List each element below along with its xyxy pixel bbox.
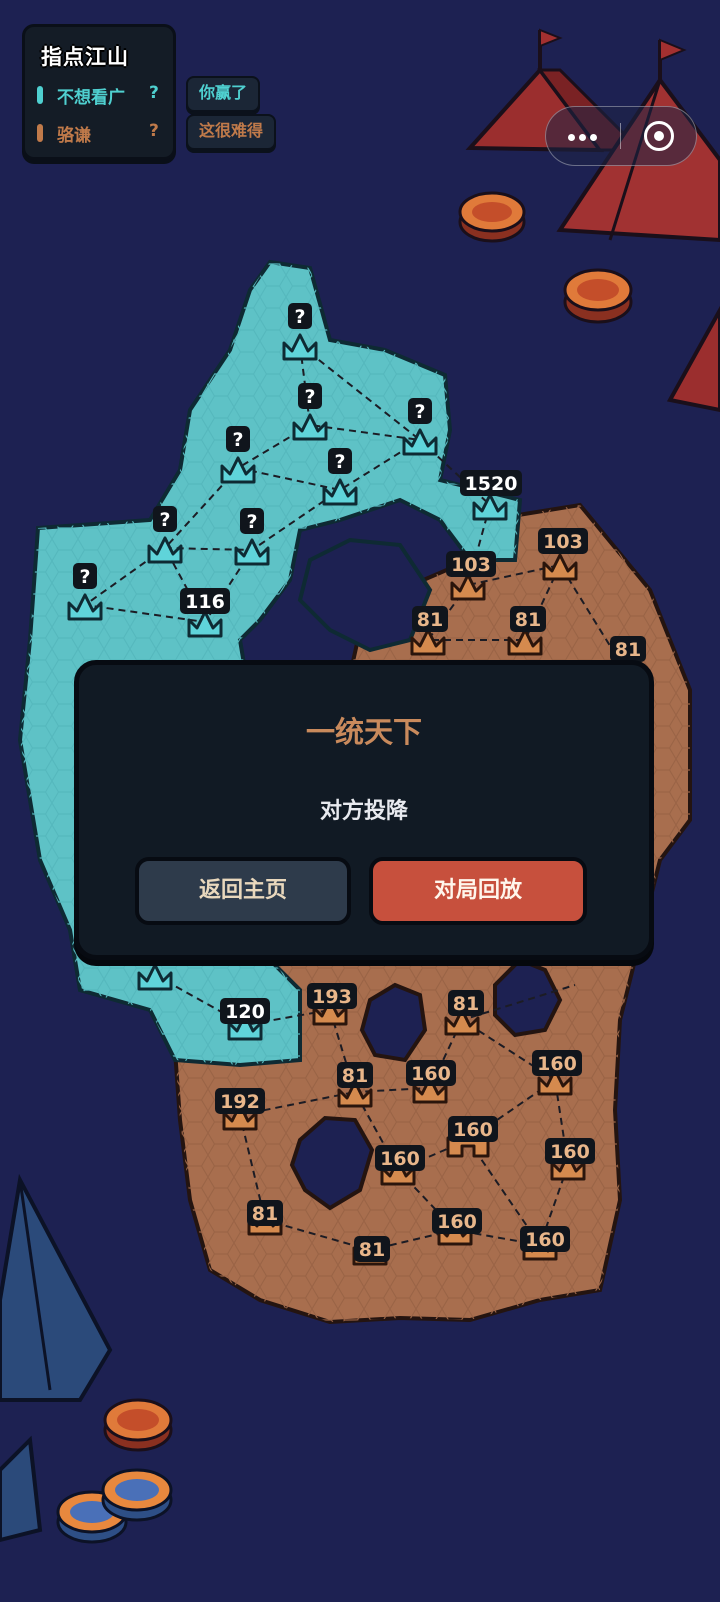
svg-text:103: 103 xyxy=(451,554,491,576)
result-dialog: 一统天下 对方投降 返回主页 对局回放 xyxy=(74,660,654,960)
player-color-bar xyxy=(37,86,43,104)
brown-node-label: 193 xyxy=(307,983,357,1009)
dialog-message: 对方投降 xyxy=(319,799,408,824)
brown-node-label: 81 xyxy=(247,1200,283,1226)
svg-text:103: 103 xyxy=(543,531,583,553)
svg-text:160: 160 xyxy=(453,1119,493,1141)
svg-text:160: 160 xyxy=(411,1063,451,1085)
teal-node-label: 116 xyxy=(180,588,230,614)
brown-node-label: 192 xyxy=(215,1088,265,1114)
svg-text:?: ? xyxy=(246,511,257,533)
teal-node-label: ? xyxy=(408,398,432,424)
capsule-divider xyxy=(620,123,621,149)
svg-text:?: ? xyxy=(79,566,90,588)
coin-icon xyxy=(458,191,526,243)
svg-text:81: 81 xyxy=(453,993,479,1015)
close-target-icon[interactable] xyxy=(622,107,696,165)
player-tag-rare: 这很难得 xyxy=(186,114,277,150)
scoreboard-title: 指点江山 xyxy=(41,45,129,69)
svg-text:1520: 1520 xyxy=(465,473,518,495)
brown-node-label: 81 xyxy=(510,606,546,632)
svg-text:160: 160 xyxy=(525,1229,565,1251)
return-home-button[interactable]: 返回主页 xyxy=(135,857,351,925)
svg-text:81: 81 xyxy=(515,609,541,631)
teal-node-label: ? xyxy=(288,303,312,329)
svg-text:81: 81 xyxy=(359,1239,385,1261)
svg-text:81: 81 xyxy=(615,639,641,661)
teal-node-label: 120 xyxy=(220,998,270,1024)
svg-text:160: 160 xyxy=(550,1141,590,1163)
svg-text:160: 160 xyxy=(380,1148,420,1170)
tent-icon xyxy=(666,305,720,413)
svg-text:192: 192 xyxy=(220,1091,260,1113)
coin-icon xyxy=(56,1468,173,1544)
teal-node-label: ? xyxy=(73,563,97,589)
player-score: ? xyxy=(149,83,159,103)
brown-node-label: 81 xyxy=(337,1062,373,1088)
brown-node-label: 160 xyxy=(532,1050,582,1076)
teal-node-label: ? xyxy=(298,383,322,409)
svg-text:160: 160 xyxy=(437,1211,477,1233)
teal-node-label: 1520 xyxy=(460,470,522,496)
brown-node-label: 103 xyxy=(446,551,496,577)
svg-text:?: ? xyxy=(304,386,315,408)
teal-node-label: ? xyxy=(226,426,250,452)
brown-node-label: 160 xyxy=(545,1138,595,1164)
brown-node-label: 81 xyxy=(412,606,448,632)
brown-node-label: 81 xyxy=(448,990,484,1016)
brown-node-label: 160 xyxy=(448,1116,498,1142)
teal-node-label: ? xyxy=(328,448,352,474)
svg-text:?: ? xyxy=(232,429,243,451)
coin-icon xyxy=(103,1398,173,1452)
dialog-title: 一统天下 xyxy=(305,715,422,749)
brown-node-label: 160 xyxy=(406,1060,456,1086)
more-dots-icon[interactable] xyxy=(546,107,620,165)
svg-text:160: 160 xyxy=(537,1053,577,1075)
svg-text:?: ? xyxy=(294,306,305,328)
svg-text:81: 81 xyxy=(342,1065,368,1087)
svg-text:120: 120 xyxy=(225,1001,265,1023)
svg-text:116: 116 xyxy=(185,591,225,613)
teal-node-label: ? xyxy=(153,506,177,532)
player-color-bar xyxy=(37,124,43,142)
brown-node-label: 103 xyxy=(538,528,588,554)
miniprogram-capsule xyxy=(545,106,697,166)
svg-text:81: 81 xyxy=(417,609,443,631)
teal-node-label: ? xyxy=(240,508,264,534)
svg-text:193: 193 xyxy=(312,986,352,1008)
svg-text:81: 81 xyxy=(252,1203,278,1225)
brown-node-label: 160 xyxy=(375,1145,425,1171)
replay-button[interactable]: 对局回放 xyxy=(369,857,587,925)
player-score: ? xyxy=(149,121,159,141)
player-name: 骆谦 xyxy=(57,126,91,146)
brown-node-label: 160 xyxy=(520,1226,570,1252)
brown-node-label: 81 xyxy=(610,636,646,662)
player-tag-win: 你赢了 xyxy=(186,76,261,112)
svg-text:?: ? xyxy=(159,509,170,531)
brown-node-label: 81 xyxy=(354,1236,390,1262)
player-name: 不想看广 xyxy=(57,88,125,108)
tent-icon xyxy=(0,1173,113,1543)
svg-text:?: ? xyxy=(414,401,425,423)
coin-icon xyxy=(563,268,633,324)
svg-text:?: ? xyxy=(334,451,345,473)
scoreboard: 指点江山 不想看广 ? 骆谦 ? xyxy=(22,24,176,160)
brown-node-label: 160 xyxy=(432,1208,482,1234)
